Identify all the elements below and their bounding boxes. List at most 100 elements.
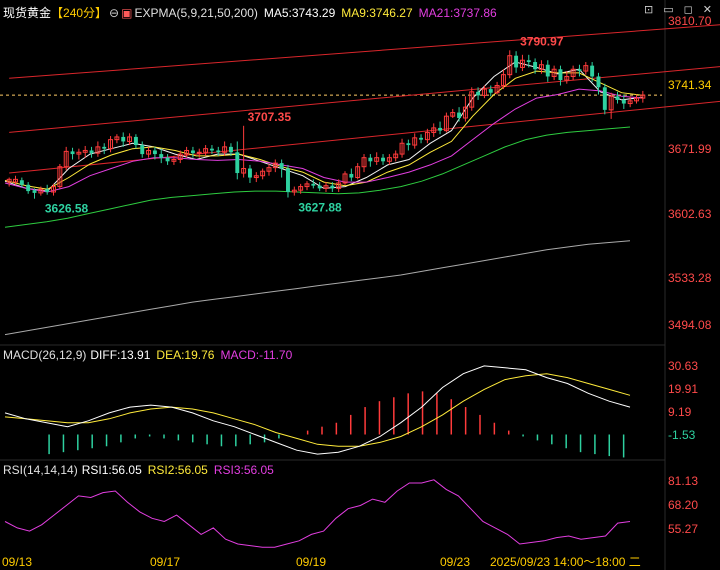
candle-body bbox=[196, 151, 202, 154]
candle-body bbox=[526, 60, 531, 63]
candle-body bbox=[596, 76, 601, 88]
cycle-icon[interactable]: ⊖ bbox=[109, 6, 119, 20]
rsi2-value: RSI2:56.05 bbox=[147, 463, 208, 477]
macd-label: MACD(26,12,9) bbox=[3, 348, 87, 362]
candle-body bbox=[70, 151, 75, 155]
minimize-icon[interactable]: ▭ bbox=[663, 4, 673, 16]
window-controls: ⊡ ▭ ◻ ✕ bbox=[634, 3, 712, 16]
candle-body bbox=[545, 64, 550, 77]
rsi3-value: RSI3:56.05 bbox=[213, 463, 274, 477]
candle-body bbox=[368, 157, 373, 162]
ema21-line bbox=[4, 88, 643, 193]
rsi-label: RSI(14,14,14) bbox=[3, 463, 78, 477]
rsi-tick-label: 81.13 bbox=[668, 474, 698, 488]
candle-body bbox=[159, 154, 164, 158]
candle-body bbox=[102, 146, 107, 149]
macd-panel: 30.63 19.91 9.19 -1.53 bbox=[4, 359, 698, 458]
rsi-tick-label: 68.20 bbox=[668, 498, 698, 512]
candle-body bbox=[190, 150, 195, 154]
candle-body bbox=[381, 157, 385, 162]
candle-body bbox=[152, 150, 157, 155]
candle-body bbox=[32, 190, 37, 193]
period-label[interactable]: 【240分】 bbox=[51, 6, 107, 20]
close-icon[interactable]: ✕ bbox=[703, 4, 712, 16]
channel-line bbox=[9, 24, 720, 79]
candle-body bbox=[209, 148, 214, 151]
candle-body bbox=[602, 87, 607, 110]
candle-body bbox=[216, 150, 221, 153]
rsi-header: RSI(14,14,14) RSI1:56.05 RSI2:56.05 RSI3:56… bbox=[3, 463, 280, 477]
macd-tick-label: -1.53 bbox=[668, 428, 696, 442]
date-label: 09/23 bbox=[440, 555, 470, 569]
price-tick-label: 3602.63 bbox=[668, 207, 712, 221]
cursor-time-label: 2025/09/23 14:00～18:00 二 bbox=[490, 555, 641, 569]
candle-body bbox=[438, 127, 443, 131]
candle-body bbox=[247, 168, 252, 178]
ma21-value: MA21:3737.86 bbox=[418, 6, 497, 20]
candle-body bbox=[476, 91, 481, 96]
price-tick-label: 3494.08 bbox=[668, 318, 712, 332]
candle-body bbox=[121, 136, 126, 142]
main-header: 现货黄金【240分】 ⊖ ▣ EXPMA(5,9,21,50,200) MA5:3743… bbox=[3, 4, 503, 21]
macd-header: MACD(26,12,9) DIFF:13.91 DEA:19.76 MACD:-11… bbox=[3, 348, 298, 362]
ma5-value: MA5:3743.29 bbox=[263, 6, 336, 20]
macd-dea-value: DEA:19.76 bbox=[156, 348, 215, 362]
ema200-line bbox=[4, 240, 631, 336]
candle-body bbox=[457, 112, 462, 118]
candle-body bbox=[488, 89, 493, 93]
macd-diff-value: DIFF:13.91 bbox=[90, 348, 151, 362]
macd-tick-label: 30.63 bbox=[668, 359, 698, 373]
candle-body bbox=[514, 55, 519, 68]
candle-body bbox=[577, 69, 582, 72]
indicator-settings-icon[interactable]: ▣ bbox=[121, 6, 132, 20]
price-annotation: 3707.35 bbox=[248, 110, 292, 124]
macd-diff-line bbox=[4, 365, 631, 455]
ma9-value: MA9:3746.27 bbox=[341, 6, 413, 20]
pin-icon[interactable]: ⊡ bbox=[644, 4, 653, 16]
price-tick-label: 3671.99 bbox=[668, 142, 712, 156]
date-label: 09/13 bbox=[2, 555, 32, 569]
candle-body bbox=[419, 137, 424, 140]
candle-body bbox=[133, 136, 138, 146]
candle-body bbox=[533, 62, 538, 70]
instrument-title: 现货黄金 bbox=[3, 6, 52, 20]
rsi-panel: 81.13 68.20 55.27 bbox=[4, 474, 698, 548]
price-tick-label: 3741.34 bbox=[668, 78, 712, 92]
candlesticks bbox=[6, 50, 646, 199]
candle-body bbox=[19, 180, 24, 185]
candle-body bbox=[330, 185, 335, 189]
candle-body bbox=[311, 183, 316, 186]
rsi-line bbox=[4, 479, 631, 548]
candle-body bbox=[279, 163, 284, 169]
price-tick-label: 3533.28 bbox=[668, 271, 712, 285]
price-axis-ticks: 3810.70 3741.34 3671.99 3602.63 3533.28 3494.… bbox=[666, 14, 720, 332]
rsi1-value: RSI1:56.05 bbox=[81, 463, 142, 477]
candle-body bbox=[621, 99, 626, 104]
price-annotation: 3790.97 bbox=[520, 34, 564, 48]
price-tick-label: 3810.70 bbox=[668, 14, 712, 28]
macd-tick-label: 9.19 bbox=[668, 405, 692, 419]
expma-label: EXPMA(5,9,21,50,200) bbox=[134, 6, 258, 20]
gridlines bbox=[0, 0, 666, 570]
date-label: 09/19 bbox=[296, 555, 326, 569]
candle-body bbox=[286, 168, 290, 192]
maximize-icon[interactable]: ◻ bbox=[684, 4, 693, 16]
candle-body bbox=[45, 189, 50, 192]
price-annotation: 3627.88 bbox=[298, 201, 342, 215]
macd-dea-line bbox=[4, 373, 631, 447]
candle-body bbox=[89, 150, 94, 154]
candle-body bbox=[615, 96, 620, 100]
macd-macd-value: MACD:-11.70 bbox=[220, 348, 293, 362]
date-label: 09/17 bbox=[150, 555, 180, 569]
candle-body bbox=[26, 184, 31, 192]
candle-body bbox=[165, 157, 170, 162]
macd-tick-label: 19.91 bbox=[668, 382, 698, 396]
candle-body bbox=[228, 146, 233, 153]
candle-body bbox=[590, 65, 595, 77]
candle-body bbox=[317, 185, 322, 189]
chart-canvas[interactable]: 3626.58 3707.35 3627.88 3790.97 3810.70 3741… bbox=[0, 0, 720, 570]
price-annotation: 3626.58 bbox=[45, 202, 89, 216]
candle-body bbox=[558, 69, 563, 81]
candle-body bbox=[140, 145, 145, 155]
candle-body bbox=[235, 152, 240, 174]
